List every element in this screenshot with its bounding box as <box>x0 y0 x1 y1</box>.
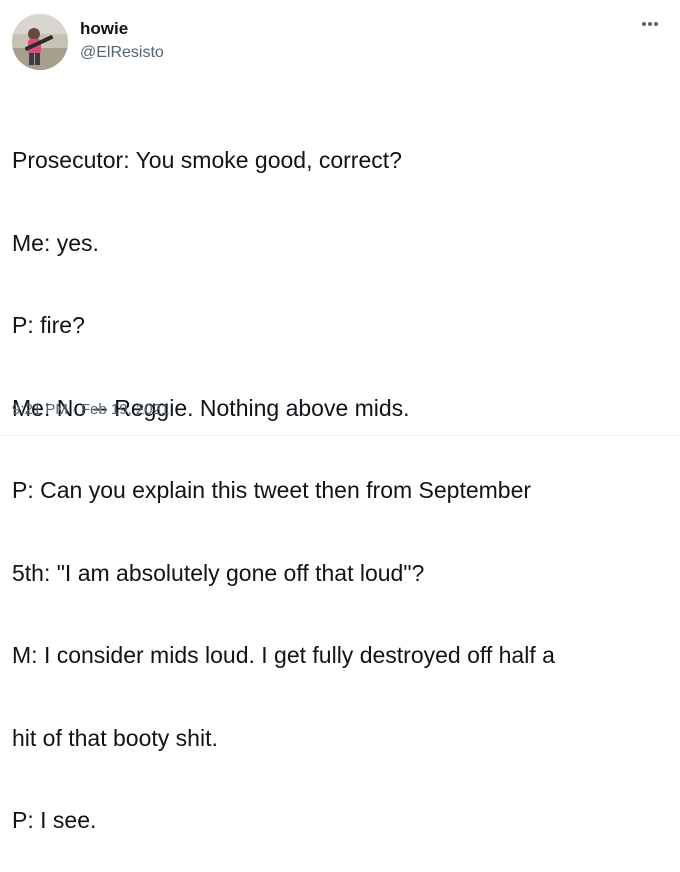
profile-photo-icon <box>12 14 68 70</box>
more-options-button[interactable] <box>636 14 664 34</box>
tweet-line: hit of that booty shit. <box>12 724 218 751</box>
tweet-date: Feb 19, 2021 <box>80 401 170 418</box>
more-horizontal-icon <box>654 22 658 26</box>
author-names: howie @ElResisto <box>80 18 164 64</box>
tweet-time: 9:21 PM <box>12 401 68 418</box>
tweet-line: P: I see. <box>12 807 97 833</box>
tweet-line: P: Can you explain this tweet then from … <box>12 477 532 503</box>
tweet-line: Prosecutor: You smoke good, correct? <box>12 147 402 173</box>
tweet-card: howie @ElResisto Prosecutor: You smoke g… <box>0 0 680 833</box>
tweet-header: howie @ElResisto <box>12 14 668 70</box>
tweet-line: Me: yes. <box>12 229 99 256</box>
tweet-line: 5th: "I am absolutely gone off that loud… <box>12 559 425 586</box>
more-horizontal-icon <box>642 22 646 26</box>
tweet-line: P: fire? <box>12 312 85 338</box>
display-name[interactable]: howie <box>80 18 164 40</box>
timestamp-separator: · <box>71 401 77 418</box>
more-horizontal-icon <box>648 22 652 26</box>
tweet-text: Prosecutor: You smoke good, correct? Me:… <box>12 92 668 872</box>
tweet-timestamp[interactable]: 9:21 PM · Feb 19, 2021 <box>12 400 169 420</box>
avatar[interactable] <box>12 14 68 70</box>
tweet-line: M: I consider mids loud. I get fully des… <box>12 642 555 668</box>
user-handle[interactable]: @ElResisto <box>80 42 164 64</box>
